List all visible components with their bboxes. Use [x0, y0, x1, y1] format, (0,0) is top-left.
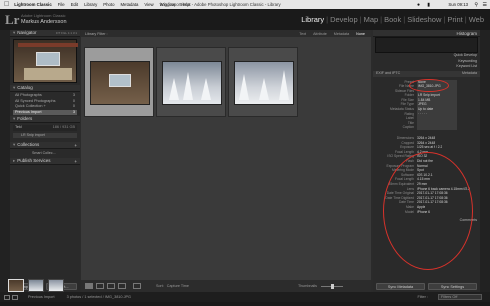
- metadata-value[interactable]: [417, 125, 457, 131]
- selection-info: 3 photos / 1 selected / IMG_3810.JPG: [66, 295, 131, 299]
- compare-view-icon[interactable]: [107, 283, 115, 289]
- collapse-triangle-icon: ▸: [13, 158, 16, 163]
- search-icon[interactable]: ⚲: [474, 2, 478, 8]
- grid-cell-2[interactable]: [156, 47, 226, 117]
- publish-header[interactable]: ▸ Publish Services +: [10, 158, 80, 165]
- red-annotation-circle: [409, 79, 449, 92]
- filter-none[interactable]: None: [356, 32, 365, 36]
- painter-icon[interactable]: [133, 283, 141, 289]
- catalog-name: Adobe Lightroom Classic: [21, 13, 66, 18]
- module-book[interactable]: Book: [382, 15, 403, 24]
- module-web[interactable]: Web: [467, 15, 486, 24]
- filmstrip-thumb[interactable]: [28, 279, 44, 292]
- user-name: Markus Andersson: [21, 19, 67, 25]
- photo-thumbnail[interactable]: [90, 61, 150, 105]
- filmstrip-filter-label: Filter :: [417, 295, 428, 299]
- battery-icon[interactable]: ▮: [427, 2, 430, 8]
- second-window-icon[interactable]: [12, 294, 18, 300]
- metadata-header[interactable]: EXIF and IPTC Metadata: [373, 70, 480, 77]
- module-develop[interactable]: Develop: [328, 15, 360, 24]
- identity-plate: Lr Adobe Lightroom Classic Markus Anders…: [0, 9, 490, 30]
- collapse-triangle-icon: ▾: [13, 142, 16, 147]
- catalog-item-previous-import[interactable]: Previous Import 3: [13, 109, 77, 115]
- folders-header[interactable]: ▾ Folders: [10, 116, 80, 123]
- catalog-list: All Photographs 3 All Synced Photographs 0…: [10, 92, 80, 116]
- menu-library[interactable]: Library: [84, 2, 97, 7]
- metadata-preset[interactable]: EXIF and IPTC: [376, 71, 400, 77]
- filmstrip-header: Previous Import 3 photos / 1 selected / …: [0, 292, 490, 302]
- sort-label: Sort:: [156, 284, 164, 288]
- module-slideshow[interactable]: Slideshow: [405, 15, 443, 24]
- menu-photo[interactable]: Photo: [103, 2, 114, 7]
- thumbnails-label: Thumbnails: [297, 284, 317, 288]
- collapse-triangle-icon: ▾: [13, 85, 16, 90]
- module-print[interactable]: Print: [445, 15, 464, 24]
- menu-view[interactable]: View: [144, 2, 153, 7]
- collections-header[interactable]: ▾ Collections +: [10, 142, 80, 149]
- menu-edit[interactable]: Edit: [71, 2, 78, 7]
- main-window-icon[interactable]: [4, 294, 10, 300]
- right-panel: Histogram Quick Develop Keywording Keywo…: [373, 30, 480, 292]
- filmstrip: [0, 279, 490, 306]
- menu-list-icon[interactable]: ☰: [483, 2, 487, 8]
- clock[interactable]: Sun 09:13: [448, 2, 468, 7]
- photo-thumbnail[interactable]: [162, 61, 222, 105]
- navigator-header[interactable]: ▾ Navigator FIT FILL 1:1 3:1: [10, 30, 80, 37]
- module-library[interactable]: Library: [299, 15, 326, 24]
- filmstrip-thumb[interactable]: [48, 279, 64, 292]
- app-menu[interactable]: Lightroom Classic: [14, 2, 52, 7]
- window-title: lrcg_import.lrcat - Adobe Photoshop Ligh…: [160, 2, 281, 7]
- menu-file[interactable]: File: [58, 2, 65, 7]
- red-annotation-circle: [383, 152, 473, 270]
- sync-buttons: Sync Metadata Sync Settings: [373, 283, 480, 290]
- lightroom-logo: Lr: [5, 12, 20, 27]
- smart-collections[interactable]: Smart Collec...: [32, 151, 77, 155]
- grid-cell-3[interactable]: [228, 47, 298, 117]
- library-filter-label: Library Filter :: [85, 31, 108, 36]
- library-filter-bar: Library Filter : Text Attribute Metadata…: [81, 30, 371, 37]
- add-publish-icon[interactable]: +: [74, 159, 77, 164]
- left-panel: ▾ Navigator FIT FILL 1:1 3:1 ▾ Catalog All…: [10, 30, 80, 292]
- filmstrip-source[interactable]: Previous Import: [28, 295, 55, 299]
- histogram[interactable]: [375, 37, 478, 53]
- library-toolbar: Sort: Capture Time Thumbnails: [81, 280, 371, 292]
- loupe-view-icon[interactable]: [96, 283, 104, 289]
- macos-menu-bar:  Lightroom Classic File Edit Library Ph…: [0, 0, 490, 9]
- keyword-list-header[interactable]: Keyword List: [373, 64, 480, 70]
- right-panel-toggle[interactable]: [480, 30, 490, 292]
- grid-view-icon[interactable]: [85, 283, 93, 289]
- module-map[interactable]: Map: [362, 15, 381, 24]
- sort-select[interactable]: Capture Time: [167, 284, 189, 288]
- filmstrip-filter-select[interactable]: Filters Off: [438, 294, 482, 300]
- collapse-triangle-icon: ▾: [13, 30, 16, 35]
- thumbnail-size-slider[interactable]: [321, 283, 343, 289]
- filter-metadata[interactable]: Metadata: [334, 32, 349, 36]
- folder-item[interactable]: LR Snip import: [13, 133, 77, 138]
- collapse-triangle-icon: ▾: [13, 116, 16, 121]
- thumbnail-grid: [81, 37, 371, 280]
- left-panel-toggle[interactable]: [0, 30, 10, 292]
- sync-settings-button[interactable]: Sync Settings: [428, 283, 477, 290]
- add-collection-icon[interactable]: +: [74, 143, 77, 148]
- sync-metadata-button[interactable]: Sync Metadata: [376, 283, 425, 290]
- grid-cell-1[interactable]: [84, 47, 154, 117]
- metadata-key: Caption: [402, 125, 414, 130]
- catalog-header[interactable]: ▾ Catalog: [10, 85, 80, 92]
- apple-icon[interactable]: : [4, 1, 9, 8]
- photo-thumbnail[interactable]: [234, 61, 294, 105]
- filmstrip-thumb[interactable]: [8, 279, 24, 292]
- wifi-icon[interactable]: ●: [417, 2, 420, 8]
- volume-row[interactable]: Tekl 186 / 931 GB: [13, 125, 77, 131]
- navigator-preview[interactable]: [13, 39, 78, 83]
- histogram-header[interactable]: Histogram: [373, 30, 480, 37]
- menu-metadata[interactable]: Metadata: [120, 2, 138, 7]
- module-picker: Library | Develop | Map | Book | Slideshow | …: [299, 15, 486, 24]
- filter-attribute[interactable]: Attribute: [313, 32, 327, 36]
- grid-view: Library Filter : Text Attribute Metadata…: [81, 30, 371, 292]
- survey-view-icon[interactable]: [118, 283, 126, 289]
- filter-text[interactable]: Text: [299, 32, 306, 36]
